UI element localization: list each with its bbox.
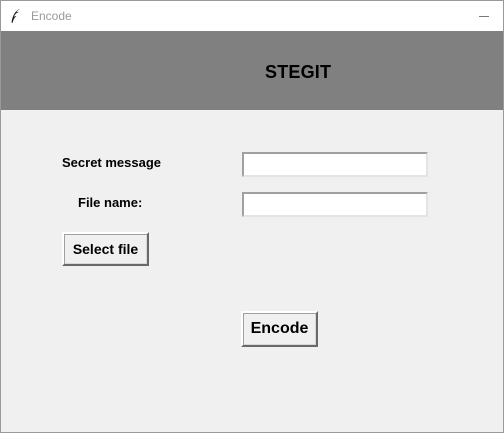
file-name-input[interactable] bbox=[242, 192, 428, 217]
encode-button[interactable]: Encode bbox=[241, 311, 318, 347]
title-bar[interactable]: Encode bbox=[1, 1, 503, 31]
secret-message-label: Secret message bbox=[62, 155, 162, 170]
secret-message-input[interactable] bbox=[242, 152, 428, 177]
file-name-label: File name: bbox=[78, 195, 143, 210]
minimize-button[interactable] bbox=[467, 1, 503, 31]
select-file-button[interactable]: Select file bbox=[62, 232, 149, 266]
feather-icon bbox=[11, 8, 21, 23]
header-band bbox=[1, 31, 503, 110]
window-title: Encode bbox=[31, 9, 72, 23]
app-window: Encode STEGIT Secret message File name: … bbox=[0, 0, 504, 433]
app-title: STEGIT bbox=[265, 62, 332, 82]
